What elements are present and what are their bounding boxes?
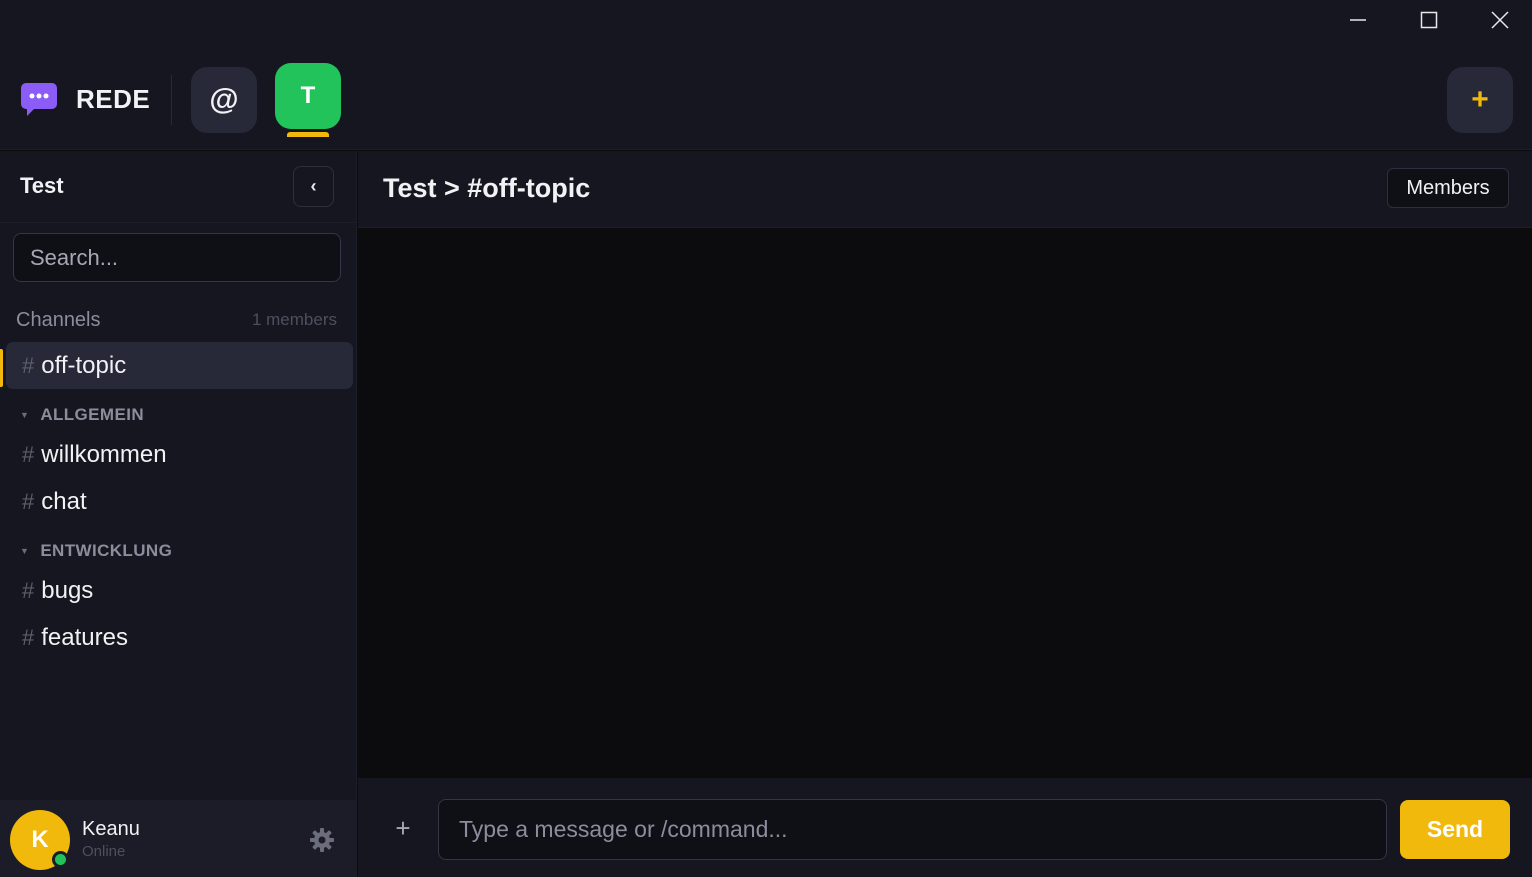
chevron-left-icon: ‹ [310, 176, 317, 196]
category-label: ENTWICKLUNG [40, 541, 173, 560]
chat-bubble-icon [20, 80, 58, 118]
hash-icon: # [22, 577, 35, 603]
message-list[interactable] [358, 228, 1532, 778]
channel-label: bugs [41, 576, 94, 604]
close-button[interactable] [1465, 0, 1532, 40]
message-composer: + Send [358, 778, 1532, 877]
plus-icon: + [395, 812, 411, 843]
settings-button[interactable] [308, 826, 336, 854]
members-button[interactable]: Members [1387, 168, 1509, 208]
maximize-icon [1420, 11, 1438, 29]
minimize-icon [1350, 19, 1366, 21]
brand: REDE [20, 80, 150, 118]
hash-icon: # [22, 441, 35, 467]
attach-button[interactable]: + [391, 813, 415, 843]
channel-sidebar: Test ‹ Channels 1 members # off-topic ▼ … [0, 151, 357, 877]
channel-header: Test > #off-topic Members [358, 151, 1532, 228]
server-bar: REDE @ T + [0, 40, 1532, 150]
message-input[interactable] [438, 799, 1387, 860]
close-icon [1491, 11, 1509, 29]
channel-features[interactable]: # features [6, 614, 353, 661]
channel-bugs[interactable]: # bugs [6, 567, 353, 614]
hash-icon: # [22, 352, 35, 378]
brand-name: REDE [76, 83, 151, 114]
caret-down-icon: ▼ [20, 546, 30, 556]
selected-server-indicator [287, 132, 329, 137]
user-status: Online [82, 843, 126, 860]
breadcrumb: Test > #off-topic [383, 173, 591, 203]
channel-off-topic[interactable]: # off-topic [6, 342, 353, 389]
caret-down-icon: ▼ [20, 410, 30, 420]
send-button[interactable]: Send [1400, 800, 1510, 859]
channel-label: off-topic [41, 351, 127, 379]
channel-label: features [41, 623, 128, 651]
collapse-sidebar-button[interactable]: ‹ [293, 166, 334, 207]
channels-label: Channels [16, 309, 101, 331]
category-entwicklung[interactable]: ▼ ENTWICKLUNG [20, 541, 172, 561]
channel-willkommen[interactable]: # willkommen [6, 431, 353, 478]
sidebar-header: Test ‹ [0, 151, 357, 223]
members-count: 1 members [251, 310, 337, 329]
category-label: ALLGEMEIN [40, 405, 145, 424]
hash-icon: # [22, 488, 35, 514]
user-name: Keanu [82, 818, 140, 840]
main-panel: Test > #off-topic Members + Send [358, 151, 1532, 877]
add-server-button[interactable]: + [1447, 67, 1513, 133]
server-button-test[interactable]: T [275, 63, 341, 129]
window-titlebar [0, 0, 1532, 40]
gear-icon [310, 828, 334, 852]
channel-label: chat [41, 487, 87, 515]
direct-messages-button[interactable]: @ [191, 67, 257, 133]
minimize-button[interactable] [1323, 0, 1393, 40]
search-input[interactable] [13, 233, 341, 282]
online-status-dot [52, 851, 69, 868]
hash-icon: # [22, 624, 35, 650]
server-title: Test [20, 173, 64, 198]
channel-chat[interactable]: # chat [6, 478, 353, 525]
category-allgemein[interactable]: ▼ ALLGEMEIN [20, 405, 144, 425]
user-panel: K Keanu Online [0, 800, 356, 877]
maximize-button[interactable] [1394, 0, 1464, 40]
active-channel-indicator [0, 349, 3, 387]
divider [171, 75, 172, 125]
channel-label: willkommen [41, 440, 167, 468]
